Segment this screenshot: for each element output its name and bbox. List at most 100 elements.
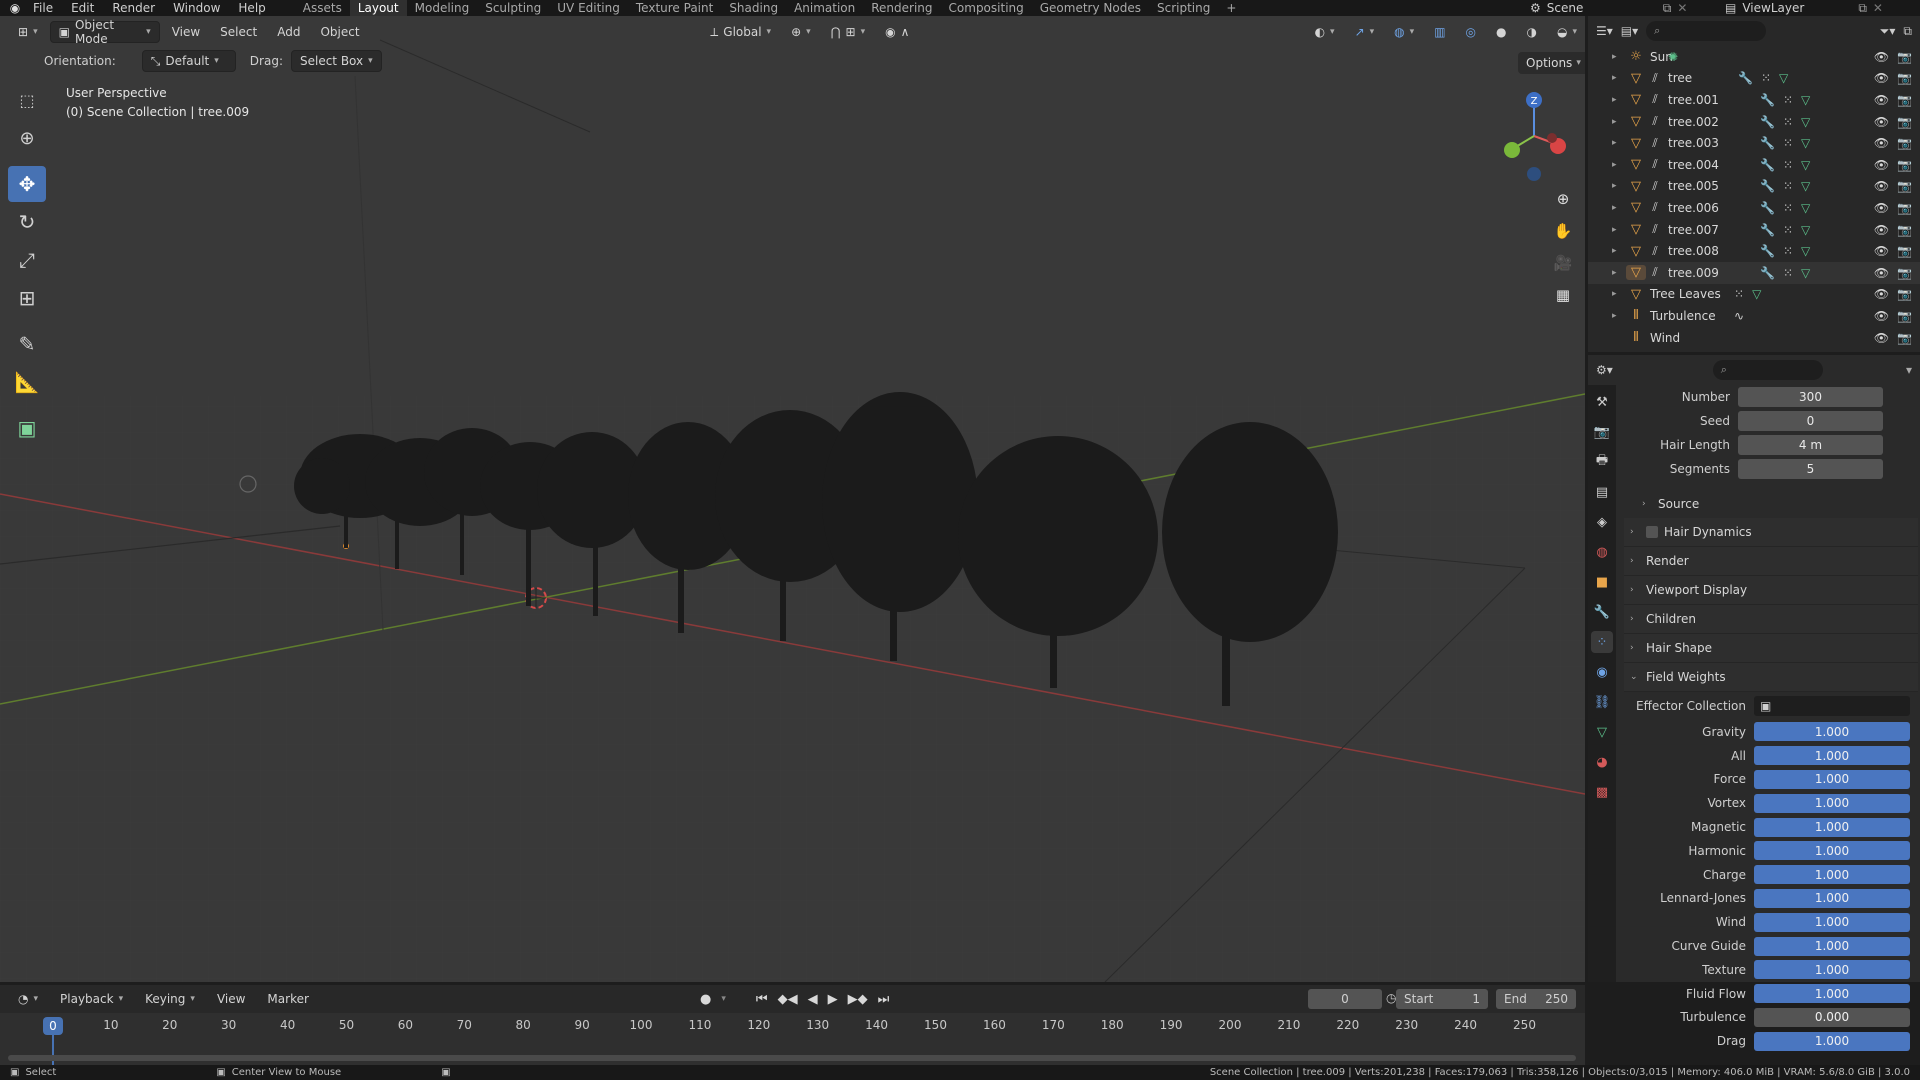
expand-arrow-icon[interactable]: ▸ [1612,246,1626,256]
timeline-ruler[interactable]: 10 20 30 40 50 60 70 80 90 100 110 120 130 140 150 160 1… [0,1013,1585,1065]
object-menu[interactable]: Object [312,21,367,43]
visibility-eye-icon[interactable]: 👁 [1874,136,1889,150]
weight-slider[interactable]: 1.000 [1754,888,1910,908]
perspective-toggle-button[interactable]: ▦ [1550,282,1576,308]
current-frame-field[interactable]: 0 [1308,989,1382,1009]
outliner-search-input[interactable]: ⌕ [1646,21,1767,41]
zoom-button[interactable]: ⊕ [1550,186,1576,212]
render-camera-icon[interactable]: 📷 [1897,93,1912,107]
render-camera-icon[interactable]: 📷 [1897,71,1912,85]
visibility-eye-icon[interactable]: 👁 [1874,266,1889,280]
visibility-eye-icon[interactable]: 👁 [1874,331,1889,345]
play-reverse-icon[interactable]: ◀ [808,992,818,1007]
jump-to-keyframe-back-icon[interactable]: ◆◀ [778,992,798,1007]
workspace-tab-texture-paint[interactable]: Texture Paint [628,0,721,16]
playback-menu[interactable]: Playback ▾ [52,988,131,1010]
shading-wireframe-button[interactable]: ◎ [1458,21,1484,43]
auto-keying-record-icon[interactable]: ● [700,992,711,1007]
expand-arrow-icon[interactable]: ▸ [1612,289,1626,299]
render-camera-icon[interactable]: 📷 [1897,158,1912,172]
editor-type-button[interactable]: ⊞ ▾ [10,21,46,43]
jump-to-end-icon[interactable]: ⏭ [878,992,890,1007]
menu-render[interactable]: Render [103,0,164,16]
visibility-eye-icon[interactable]: 👁 [1874,223,1889,237]
playhead[interactable]: 0 [43,1017,63,1035]
timeline-scrollbar[interactable] [8,1055,1576,1061]
expand-arrow-icon[interactable]: ▸ [1612,73,1626,83]
pan-button[interactable]: ✋ [1550,218,1576,244]
expand-arrow-icon[interactable]: ▸ [1612,160,1626,170]
tab-scene[interactable]: ◈ [1591,511,1613,533]
select-box-tool[interactable]: ⬚ [8,82,46,118]
visibility-eye-icon[interactable]: 👁 [1874,50,1889,64]
panel-render[interactable]: › Render [1624,547,1918,576]
tab-material[interactable]: ◕ [1591,751,1613,773]
camera-view-button[interactable]: 🎥 [1550,250,1576,276]
weight-slider[interactable]: 1.000 [1754,984,1910,1004]
workspace-tab-compositing[interactable]: Compositing [941,0,1032,16]
visibility-eye-icon[interactable]: 👁 [1874,115,1889,129]
workspace-tab-sculpting[interactable]: Sculpting [477,0,549,16]
outliner-item-tree-006[interactable]: ▸ ▽ ⫽ tree.006 🔧 ⁙ ▽ 👁 📷 [1588,197,1920,219]
outliner-item-tree-008[interactable]: ▸ ▽ ⫽ tree.008 🔧 ⁙ ▽ 👁 📷 [1588,240,1920,262]
panel-hair-shape[interactable]: › Hair Shape [1624,634,1918,663]
weight-slider[interactable]: 1.000 [1754,817,1910,837]
view-layer-selector[interactable]: ▤ ViewLayer ⧉ ✕ [1725,0,1883,16]
keying-menu[interactable]: Keying ▾ [137,988,203,1010]
expand-arrow-icon[interactable]: ▸ [1612,117,1626,127]
properties-search-input[interactable]: ⌕ [1712,360,1823,380]
display-mode-icon[interactable]: ▤▾ [1621,24,1638,38]
transform-orientation-selector[interactable]: ⟂ Global ▾ [702,21,779,43]
timeline-editor-type-button[interactable]: ◔ ▾ [10,988,46,1010]
proportional-edit-toggle[interactable]: ◉ ∧ [877,21,917,43]
render-camera-icon[interactable]: 📷 [1897,331,1912,345]
panel-viewport-display[interactable]: › Viewport Display [1624,576,1918,605]
xray-toggle[interactable]: ▥ [1426,21,1453,43]
render-camera-icon[interactable]: 📷 [1897,287,1912,301]
menu-window[interactable]: Window [164,0,229,16]
weight-slider[interactable]: 1.000 [1754,722,1910,742]
tab-tool[interactable]: ⚒ [1591,391,1613,413]
outliner-item-tree-005[interactable]: ▸ ▽ ⫽ tree.005 🔧 ⁙ ▽ 👁 📷 [1588,176,1920,198]
snap-toggle[interactable]: ⋂ ⊞ ▾ [823,21,873,43]
workspace-tab-assets[interactable]: Assets [295,0,350,16]
options-dropdown[interactable]: Options ▾ [1518,52,1585,74]
add-cube-tool[interactable]: ▣ [8,410,46,446]
scale-tool[interactable]: ⤢ [8,242,46,278]
outliner-item-sun[interactable]: ▸ ☼ Sun ✺ 👁 📷 [1588,46,1920,68]
render-camera-icon[interactable]: 📷 [1897,115,1912,129]
expand-arrow-icon[interactable]: ▸ [1612,95,1626,105]
visibility-eye-icon[interactable]: 👁 [1874,201,1889,215]
add-workspace-button[interactable]: + [1218,0,1244,16]
select-menu[interactable]: Select [212,21,265,43]
render-camera-icon[interactable]: 📷 [1897,266,1912,280]
menu-help[interactable]: Help [229,0,274,16]
drag-dropdown[interactable]: Select Box ▾ [290,50,382,72]
scene-copy-icon[interactable]: ⧉ [1663,1,1672,16]
end-frame-field[interactable]: End 250 [1496,989,1576,1009]
outliner-editor-type-icon[interactable]: ☰▾ [1596,24,1613,38]
expand-arrow-icon[interactable]: ▸ [1612,225,1626,235]
panel-source[interactable]: › Source [1624,489,1918,518]
panel-hair-dynamics[interactable]: › Hair Dynamics [1624,518,1918,547]
measure-tool[interactable]: 📐 [8,364,46,400]
weight-slider[interactable]: 1.000 [1754,746,1910,766]
orientation-dropdown[interactable]: ⤡ Default ▾ [141,50,236,72]
render-camera-icon[interactable]: 📷 [1897,309,1912,323]
hair-dynamics-checkbox[interactable] [1646,526,1658,538]
visibility-eye-icon[interactable]: 👁 [1874,71,1889,85]
menu-file[interactable]: File [24,0,62,16]
tab-texture[interactable]: ▩ [1591,781,1613,803]
properties-options-chevron-icon[interactable]: ▾ [1906,363,1912,377]
cursor-tool[interactable]: ⊕ [8,120,46,156]
hair-length-field[interactable]: 4 m [1738,435,1883,455]
visibility-eye-icon[interactable]: 👁 [1874,244,1889,258]
3d-viewport[interactable]: ⊞ ▾ ▣ Object Mode ▾ View Select Add Object … [0,16,1585,982]
play-icon[interactable]: ▶ [828,992,838,1007]
expand-arrow-icon[interactable]: ▸ [1612,181,1626,191]
expand-arrow-icon[interactable]: ▸ [1612,138,1626,148]
blender-logo-icon[interactable]: ◉ [6,0,24,16]
weight-slider[interactable]: 1.000 [1754,793,1910,813]
jump-to-keyframe-forward-icon[interactable]: ▶◆ [848,992,868,1007]
visibility-eye-icon[interactable]: 👁 [1874,93,1889,107]
